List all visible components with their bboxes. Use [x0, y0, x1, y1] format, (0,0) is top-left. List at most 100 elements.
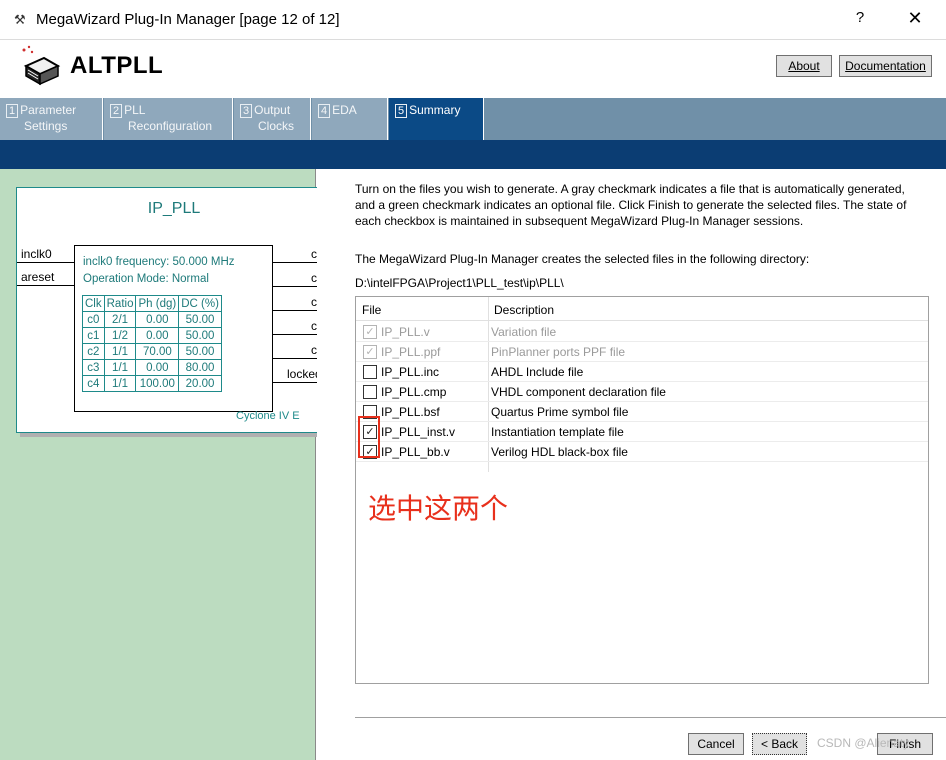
annotation-text: 选中这两个 — [368, 492, 509, 525]
cell: 0.00 — [135, 311, 180, 328]
file-checkbox: ✓ — [363, 325, 377, 339]
cell: 50.00 — [178, 343, 222, 360]
tab-label-sub: Reconfiguration — [128, 119, 213, 133]
tab-parameter-settings[interactable]: 1 Parameter Settings — [0, 98, 103, 140]
file-description: Verilog HDL black-box file — [491, 445, 628, 459]
tab-number: 2 — [110, 104, 123, 118]
cell: 1/1 — [103, 375, 137, 392]
tab-label: EDA — [332, 103, 357, 117]
documentation-label: Documentation — [845, 59, 926, 73]
cell: 1/1 — [103, 343, 137, 360]
close-button[interactable]: ✕ — [905, 8, 925, 29]
tab-label: Output — [254, 103, 291, 117]
file-description: Quartus Prime symbol file — [491, 405, 629, 419]
cell: 100.00 — [135, 375, 180, 392]
cell: 1/1 — [103, 359, 137, 376]
table-row: c4 1/1 100.00 20.00 — [82, 375, 222, 392]
tab-summary[interactable]: 5 Summary — [389, 98, 484, 140]
cell: 0.00 — [135, 359, 180, 376]
file-name: IP_PLL.ppf — [381, 345, 441, 359]
logo-text: ALTPLL — [70, 52, 164, 79]
tab-output-clocks[interactable]: 3 Output Clocks — [234, 98, 311, 140]
summary-description: Turn on the files you wish to generate. … — [355, 182, 907, 228]
bottom-divider — [355, 717, 946, 718]
table-row: c0 2/1 0.00 50.00 — [82, 311, 222, 328]
tab-eda[interactable]: 4 EDA — [312, 98, 388, 140]
cell: c4 — [82, 375, 105, 392]
file-row-ip-pll-bb-v[interactable]: ✓ IP_PLL_bb.v Verilog HDL black-box file — [356, 442, 928, 462]
column-description: Description — [494, 303, 555, 317]
tab-content-bar — [0, 140, 946, 169]
input-frequency: inclk0 frequency: 50.000 MHz — [83, 256, 235, 268]
port-line — [17, 262, 74, 263]
col-phase: Ph (dg) — [135, 295, 180, 312]
summary-pane: Turn on the files you wish to generate. … — [317, 169, 946, 760]
wizard-icon: ⚒ — [14, 12, 26, 27]
file-row-ip-pll-v: ✓ IP_PLL.v Variation file — [356, 322, 928, 342]
diagram-title: IP_PLL — [147, 200, 201, 217]
window-title: MegaWizard Plug-In Manager [page 12 of 1… — [36, 11, 340, 28]
file-row-ip-pll-cmp[interactable]: IP_PLL.cmp VHDL component declaration fi… — [356, 382, 928, 402]
file-row-ip-pll-inc[interactable]: IP_PLL.inc AHDL Include file — [356, 362, 928, 382]
cancel-button[interactable]: Cancel — [688, 733, 744, 755]
file-name: IP_PLL_bb.v — [381, 445, 450, 459]
port-areset: areset — [21, 270, 55, 284]
file-description: VHDL component declaration file — [491, 385, 666, 399]
clock-settings-table: Clk Ratio Ph (dg) DC (%) c0 2/1 0.00 50.… — [82, 295, 222, 392]
file-checkbox[interactable] — [363, 385, 377, 399]
file-row-ip-pll-bsf[interactable]: IP_PLL.bsf Quartus Prime symbol file — [356, 402, 928, 422]
cell: c3 — [82, 359, 105, 376]
annotation-highlight-box — [358, 416, 380, 458]
cell: c1 — [82, 327, 105, 344]
output-directory: D:\intelFPGA\Project1\PLL_test\ip\PLL\ — [355, 276, 564, 290]
file-name: IP_PLL.inc — [381, 365, 440, 379]
tab-label-sub: Clocks — [258, 119, 295, 133]
device-family: Cyclone IV E — [236, 410, 300, 422]
file-checkbox: ✓ — [363, 345, 377, 359]
port-inclk0: inclk0 — [21, 247, 52, 261]
tab-label: PLL — [124, 103, 146, 117]
file-description: Variation file — [491, 325, 557, 339]
cell: 50.00 — [178, 327, 222, 344]
file-row-ip-pll-inst-v[interactable]: ✓ IP_PLL_inst.v Instantiation template f… — [356, 422, 928, 442]
cell: 0.00 — [135, 327, 180, 344]
file-list-header: File Description — [356, 297, 928, 321]
cell: 50.00 — [178, 311, 222, 328]
file-description: AHDL Include file — [491, 365, 584, 379]
file-description: PinPlanner ports PPF file — [491, 345, 626, 359]
watermark: CSDN @Alienaty. — [817, 736, 912, 750]
cell: 2/1 — [103, 311, 137, 328]
table-row: c3 1/1 0.00 80.00 — [82, 359, 222, 376]
back-button[interactable]: < Back — [752, 733, 807, 755]
file-checkbox[interactable] — [363, 365, 377, 379]
tab-number: 4 — [318, 104, 331, 118]
cell: 1/2 — [103, 327, 137, 344]
table-row: c1 1/2 0.00 50.00 — [82, 327, 222, 344]
help-button[interactable]: ? — [850, 9, 870, 26]
about-button[interactable]: About — [776, 55, 832, 77]
col-ratio: Ratio — [103, 295, 137, 312]
port-line — [17, 285, 74, 286]
file-description: Instantiation template file — [491, 425, 624, 439]
tab-label: Parameter — [20, 103, 77, 117]
documentation-button[interactable]: Documentation — [839, 55, 932, 77]
tab-label-sub: Settings — [24, 119, 68, 133]
col-duty-cycle: DC (%) — [178, 295, 222, 312]
wizard-tabs: 1 Parameter Settings 2 PLL Reconfiguration… — [0, 98, 946, 140]
operation-mode: Operation Mode: Normal — [83, 273, 209, 285]
col-clk: Clk — [82, 295, 105, 312]
pll-symbol-diagram: IP_PLL inclk0 areset c0 c1 c2 c3 c4 lock… — [16, 187, 332, 433]
wizard-header: ALTPLL About Documentation — [0, 40, 946, 98]
cell: c2 — [82, 343, 105, 360]
cell: 70.00 — [135, 343, 180, 360]
file-name: IP_PLL_inst.v — [381, 425, 456, 439]
directory-note: The MegaWizard Plug-In Manager creates t… — [355, 252, 810, 266]
tab-label: Summary — [409, 103, 461, 117]
tab-pll-reconfiguration[interactable]: 2 PLL Reconfiguration — [104, 98, 233, 140]
file-name: IP_PLL.cmp — [381, 385, 447, 399]
altpll-logo-icon — [22, 45, 61, 86]
column-file: File — [362, 303, 382, 317]
file-name: IP_PLL.bsf — [381, 405, 440, 419]
file-row-ip-pll-ppf: ✓ IP_PLL.ppf PinPlanner ports PPF file — [356, 342, 928, 362]
file-name: IP_PLL.v — [381, 325, 430, 339]
